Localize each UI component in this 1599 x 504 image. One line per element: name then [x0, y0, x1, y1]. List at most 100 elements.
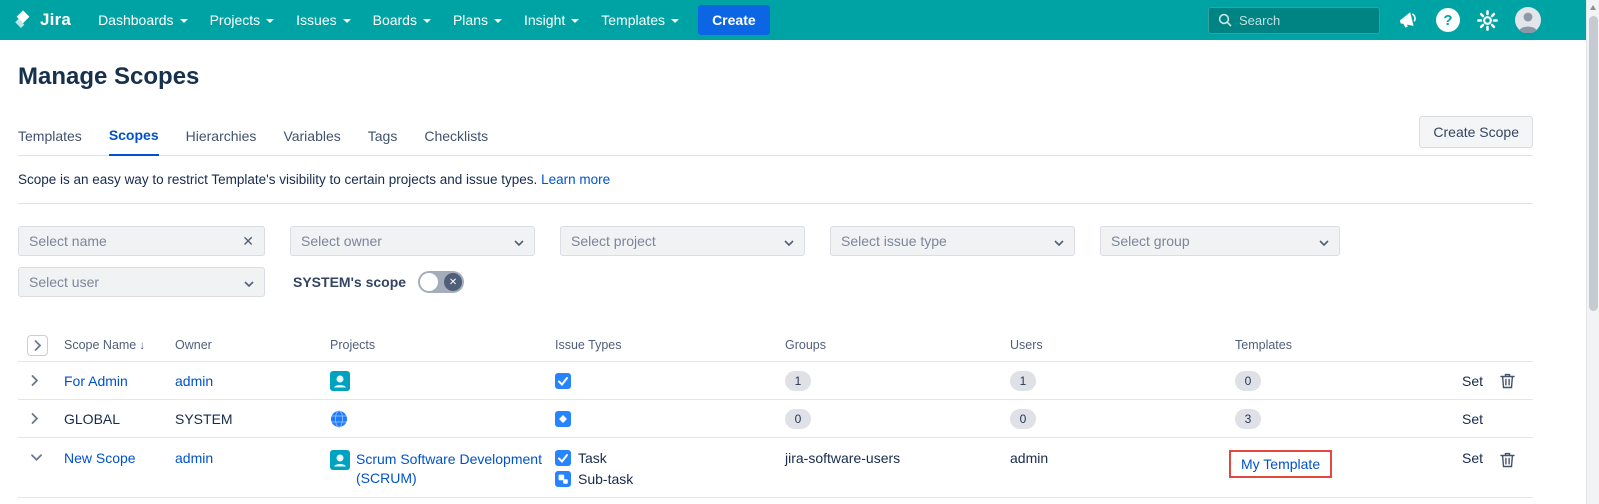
navbar-search[interactable] [1208, 7, 1380, 34]
expand-all-button[interactable] [27, 335, 48, 356]
nav-item-label: Projects [210, 12, 261, 28]
select-user-filter[interactable]: Select user [18, 267, 265, 297]
chevron-down-icon [494, 19, 502, 23]
select-owner-filter[interactable]: Select owner [290, 226, 535, 256]
toggle-off-icon: ✕ [444, 273, 462, 291]
select-project-filter[interactable]: Select project [560, 226, 805, 256]
scope-name-link[interactable]: New Scope [64, 450, 136, 466]
users-count-badge: 1 [1010, 371, 1036, 391]
page-content: Manage Scopes Templates Scopes Hierarchi… [0, 63, 1599, 498]
chevron-down-icon [423, 19, 431, 23]
tab-tags[interactable]: Tags [368, 128, 398, 155]
chevron-down-icon [571, 19, 579, 23]
avatar[interactable] [1515, 7, 1541, 33]
select-name-filter[interactable]: ✕ [18, 226, 265, 256]
clear-name-icon[interactable]: ✕ [242, 233, 254, 250]
nav-item-label: Insight [524, 12, 565, 28]
table-row: GLOBAL SYSTEM 0 0 3 Set [18, 399, 1533, 437]
header-owner: Owner [175, 338, 212, 352]
set-link[interactable]: Set [1462, 411, 1483, 427]
search-input[interactable] [1239, 13, 1370, 28]
chevron-down-icon [784, 233, 794, 249]
collapse-row-icon[interactable] [31, 454, 42, 461]
learn-more-link[interactable]: Learn more [541, 172, 610, 187]
nav-item-projects[interactable]: Projects [199, 0, 286, 40]
chevron-down-icon [1054, 233, 1064, 249]
scope-name-link[interactable]: For Admin [64, 373, 128, 389]
nav-item-templates[interactable]: Templates [590, 0, 690, 40]
users-count-badge: 0 [1010, 409, 1036, 429]
task-issue-type-icon [555, 373, 571, 389]
page-title: Manage Scopes [18, 63, 1533, 91]
header-scope-name[interactable]: Scope Name [64, 338, 136, 352]
set-link[interactable]: Set [1462, 450, 1483, 466]
header-templates: Templates [1235, 338, 1292, 352]
globe-icon [330, 410, 348, 428]
scope-name-text: GLOBAL [64, 411, 120, 427]
project-avatar-icon [330, 450, 350, 470]
expand-row-icon[interactable] [31, 413, 38, 424]
navbar: Jira Dashboards Projects Issues Boards P… [0, 0, 1599, 40]
navbar-right: ? [1208, 7, 1541, 34]
filter-row-2: Select user SYSTEM's scope ✕ [18, 267, 1533, 297]
tab-hierarchies[interactable]: Hierarchies [186, 128, 257, 155]
nav-item-label: Issues [296, 12, 336, 28]
header-users: Users [1010, 338, 1043, 352]
select-project-value: Select project [571, 233, 656, 249]
template-link[interactable]: My Template [1241, 456, 1320, 472]
scopes-table: Scope Name↓ Owner Projects Issue Types G… [18, 329, 1533, 498]
nav-item-label: Boards [373, 12, 417, 28]
select-name-input[interactable] [29, 233, 236, 249]
jira-logo[interactable]: Jira [12, 9, 71, 31]
nav-item-plans[interactable]: Plans [442, 0, 513, 40]
chevron-down-icon [1319, 233, 1329, 249]
table-header-row: Scope Name↓ Owner Projects Issue Types G… [18, 329, 1533, 361]
nav-item-insight[interactable]: Insight [513, 0, 590, 40]
scroll-up-arrow-icon[interactable] [1587, 0, 1599, 14]
sort-desc-icon: ↓ [139, 338, 145, 352]
delete-scope-button[interactable] [1498, 371, 1517, 391]
header-projects: Projects [330, 338, 375, 352]
create-button[interactable]: Create [698, 5, 770, 35]
nav-item-issues[interactable]: Issues [285, 0, 361, 40]
select-issue-type-filter[interactable]: Select issue type [830, 226, 1075, 256]
tab-scopes[interactable]: Scopes [109, 127, 159, 156]
nav-item-label: Plans [453, 12, 488, 28]
announcement-icon[interactable] [1397, 10, 1419, 30]
select-owner-value: Select owner [301, 233, 382, 249]
select-issue-type-value: Select issue type [841, 233, 947, 249]
scrollbar-thumb[interactable] [1589, 16, 1598, 311]
templates-count-badge: 0 [1235, 371, 1261, 391]
tab-checklists[interactable]: Checklists [424, 128, 488, 155]
expand-row-icon[interactable] [31, 375, 38, 386]
delete-scope-button[interactable] [1498, 450, 1517, 470]
subtask-issue-type-icon [555, 471, 571, 487]
scrollbar[interactable] [1586, 0, 1599, 504]
chevron-down-icon [514, 233, 524, 249]
template-highlight-box: My Template [1229, 450, 1332, 478]
owner-text: SYSTEM [175, 411, 233, 427]
system-scope-toggle[interactable]: ✕ [418, 271, 464, 293]
select-group-filter[interactable]: Select group [1100, 226, 1340, 256]
project-avatar-icon [330, 371, 350, 391]
select-user-value: Select user [29, 274, 99, 290]
owner-link[interactable]: admin [175, 373, 213, 389]
help-icon[interactable]: ? [1436, 8, 1460, 32]
filter-row-1: ✕ Select owner Select project Select iss… [18, 226, 1533, 256]
project-link[interactable]: Scrum Software Development (SCRUM) [356, 450, 555, 488]
groups-count-badge: 1 [785, 371, 811, 391]
nav-item-boards[interactable]: Boards [362, 0, 442, 40]
all-issue-types-icon [555, 411, 571, 427]
jira-logo-text: Jira [40, 10, 71, 30]
create-scope-button[interactable]: Create Scope [1419, 116, 1533, 148]
owner-link[interactable]: admin [175, 450, 213, 466]
gear-icon[interactable] [1477, 10, 1498, 31]
issue-type-label: Task [578, 450, 607, 466]
tab-templates[interactable]: Templates [18, 128, 82, 155]
tab-variables[interactable]: Variables [283, 128, 340, 155]
tabs-bar: Templates Scopes Hierarchies Variables T… [18, 116, 1533, 156]
system-scope-label: SYSTEM's scope [293, 274, 406, 290]
set-link[interactable]: Set [1462, 373, 1483, 389]
nav-item-label: Dashboards [98, 12, 174, 28]
nav-item-dashboards[interactable]: Dashboards [87, 0, 199, 40]
